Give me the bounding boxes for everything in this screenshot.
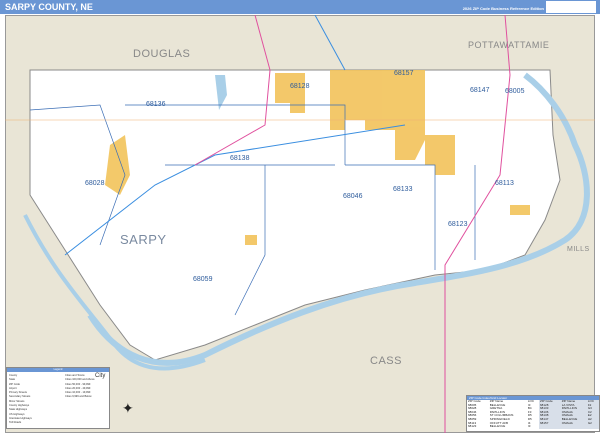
legend-title: Legend <box>7 368 109 372</box>
table-cell <box>586 425 599 429</box>
zip-label: 68123 <box>448 221 468 228</box>
zip-label: 68059 <box>193 276 213 283</box>
table-cell <box>560 425 587 429</box>
zip-label: 68005 <box>505 88 525 95</box>
zip-label: 68138 <box>230 155 250 162</box>
zip-label: 68046 <box>343 193 363 200</box>
zip-label: 68133 <box>393 186 413 193</box>
header-bar: SARPY COUNTY, NE 2026 ZIP Code Business … <box>0 0 600 14</box>
region-label-sarpy: SARPY <box>120 232 167 247</box>
map-title: SARPY COUNTY, NE <box>5 2 93 12</box>
edition-subtitle: 2026 ZIP Code Business Reference Edition <box>462 6 544 11</box>
map-legend: Legend County State ZIP Code Airport Pri… <box>6 367 110 429</box>
region-label-mills: MILLS <box>567 246 590 253</box>
region-label-cass: CASS <box>370 355 402 367</box>
zip-label: 68136 <box>146 101 166 108</box>
legend-item: Toll Roads <box>9 421 22 425</box>
zip-label: 68157 <box>394 70 414 77</box>
table-cell <box>539 425 561 429</box>
region-label-pottawattamie: POTTAWATTAMIE <box>468 40 550 50</box>
table-cell: I3 <box>527 424 531 429</box>
zip-label: 68147 <box>470 87 490 94</box>
table-cell: 68123 <box>468 424 477 429</box>
zip-label: 68128 <box>290 83 310 90</box>
zip-label: 68028 <box>85 180 105 187</box>
table-cell: BELLEVUE <box>489 424 506 429</box>
zip-index-table: ZIP Code Index/Grid Locator ZIP Code ZIP… <box>466 395 600 432</box>
publisher-logo <box>546 1 596 13</box>
legend-city-class: Cities 9,999 and Below <box>65 395 92 399</box>
region-label-douglas: DOUGLAS <box>133 48 191 60</box>
table-row: 68123 BELLEVUE I3 <box>467 425 599 429</box>
zip-label: 68113 <box>495 180 514 187</box>
legend-city-sample: City <box>95 373 106 379</box>
legend-city-class: Cities 100,000 and Above <box>65 378 95 382</box>
compass-rose-icon: ✦ <box>122 400 134 416</box>
